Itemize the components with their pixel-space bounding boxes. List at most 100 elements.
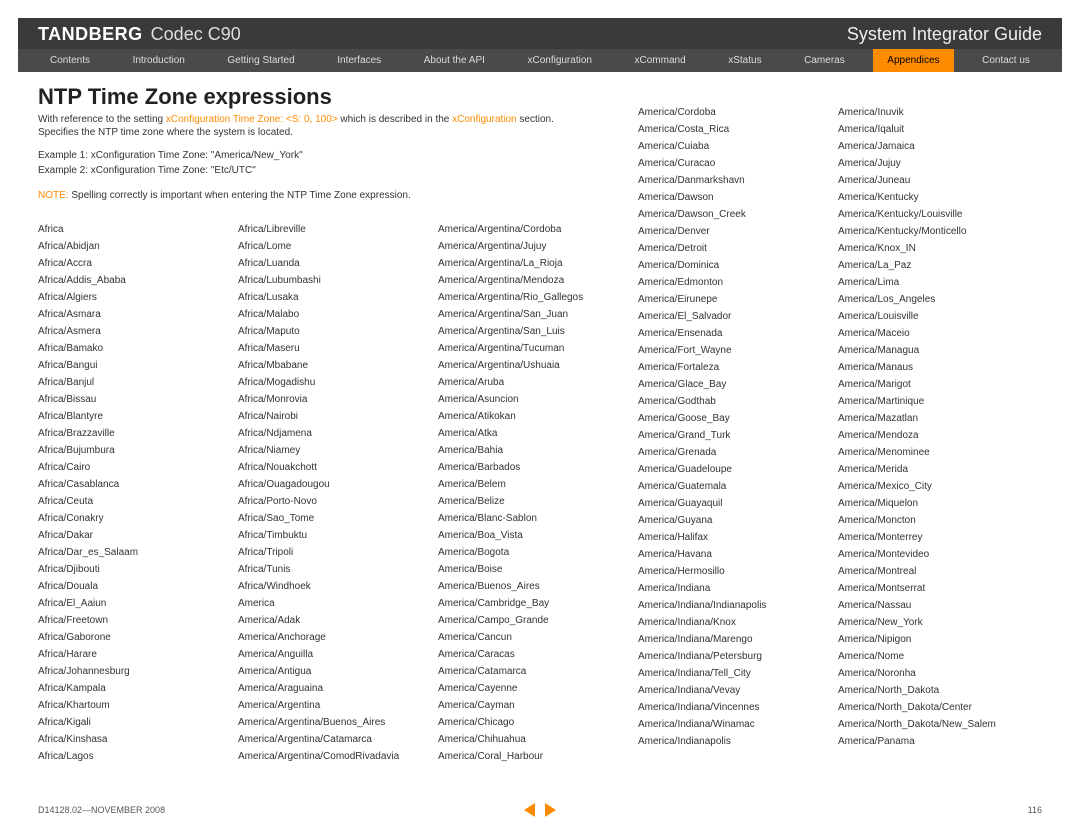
nav-item-xcommand[interactable]: xCommand	[621, 49, 700, 72]
tz-item: America/Juneau	[838, 172, 1032, 189]
tz-item: America/Argentina/San_Juan	[438, 306, 632, 323]
tz-item: America/Nipigon	[838, 631, 1032, 648]
tz-item: America/Belize	[438, 493, 632, 510]
nav-item-interfaces[interactable]: Interfaces	[323, 49, 395, 72]
tz-item: America/Inuvik	[838, 104, 1032, 121]
tz-item: Africa/Johannesburg	[38, 663, 232, 680]
tz-item: Africa/Khartoum	[38, 697, 232, 714]
tz-item: Africa/Tripoli	[238, 544, 432, 561]
tz-item: Africa/Kampala	[38, 680, 232, 697]
intro-link-2[interactable]: xConfiguration	[452, 114, 516, 125]
tz-item: Africa/El_Aaiun	[38, 595, 232, 612]
tz-item: America/Mendoza	[838, 427, 1032, 444]
tz-item: America/Bogota	[438, 544, 632, 561]
prev-page-icon[interactable]	[524, 803, 535, 817]
tz-item: America/Guyana	[638, 512, 832, 529]
tz-item: Africa	[38, 221, 232, 238]
tz-item: America/Monterrey	[838, 529, 1032, 546]
tz-item: America/Indiana	[638, 580, 832, 597]
tz-item: America/Argentina/Catamarca	[238, 731, 432, 748]
tz-item: America/Dawson	[638, 189, 832, 206]
next-page-icon[interactable]	[545, 803, 556, 817]
tz-col-4: America/CordobaAmerica/Costa_RicaAmerica…	[638, 104, 838, 765]
tz-item: America/El_Salvador	[638, 308, 832, 325]
footer-page: 116	[1028, 805, 1042, 815]
tz-item: America/Montserrat	[838, 580, 1032, 597]
tz-item: America/Merida	[838, 461, 1032, 478]
nav-item-getting-started[interactable]: Getting Started	[213, 49, 308, 72]
tz-item: America/Miquelon	[838, 495, 1032, 512]
nav-bar: Contents Introduction Getting Started Inter…	[18, 49, 1062, 72]
tz-item: Africa/Ndjamena	[238, 425, 432, 442]
tz-item: America/Indianapolis	[638, 733, 832, 750]
tz-item: America/Manaus	[838, 359, 1032, 376]
tz-item: America/Chicago	[438, 714, 632, 731]
intro-link-1[interactable]: xConfiguration Time Zone: <S: 0, 100>	[166, 114, 338, 125]
nav-item-contents[interactable]: Contents	[36, 49, 104, 72]
tz-item: America/Indiana/Winamac	[638, 716, 832, 733]
tz-item: America/Ensenada	[638, 325, 832, 342]
tz-item: Africa/Lubumbashi	[238, 272, 432, 289]
tz-item: America/Caracas	[438, 646, 632, 663]
note-label: NOTE:	[38, 190, 69, 201]
tz-item: America/Campo_Grande	[438, 612, 632, 629]
tz-item: America/Argentina/Buenos_Aires	[238, 714, 432, 731]
tz-item: America/Lima	[838, 274, 1032, 291]
tz-item: America/Asuncion	[438, 391, 632, 408]
tz-item: America	[238, 595, 432, 612]
tz-item: America/Atikokan	[438, 408, 632, 425]
tz-item: America/Costa_Rica	[638, 121, 832, 138]
tz-item: Africa/Ouagadougou	[238, 476, 432, 493]
tz-item: Africa/Gaborone	[38, 629, 232, 646]
intro-pre: With reference to the setting	[38, 114, 166, 125]
tz-item: America/Montreal	[838, 563, 1032, 580]
tz-item: America/Halifax	[638, 529, 832, 546]
nav-item-cameras[interactable]: Cameras	[790, 49, 859, 72]
tz-item: Africa/Niamey	[238, 442, 432, 459]
tz-item: Africa/Mbabane	[238, 357, 432, 374]
nav-item-introduction[interactable]: Introduction	[119, 49, 199, 72]
tz-item: America/Indiana/Vevay	[638, 682, 832, 699]
tz-item: Africa/Mogadishu	[238, 374, 432, 391]
tz-item: Africa/Monrovia	[238, 391, 432, 408]
tz-item: America/Mazatlan	[838, 410, 1032, 427]
tz-item: America/Danmarkshavn	[638, 172, 832, 189]
tz-item: America/Guadeloupe	[638, 461, 832, 478]
tz-item: America/Belem	[438, 476, 632, 493]
footer: D14128.02—NOVEMBER 2008 116	[38, 805, 1042, 815]
tz-item: America/Indiana/Petersburg	[638, 648, 832, 665]
tz-item: Africa/Dakar	[38, 527, 232, 544]
tz-item: America/Anguilla	[238, 646, 432, 663]
tz-item: Africa/Bissau	[38, 391, 232, 408]
tz-item: America/Catamarca	[438, 663, 632, 680]
tz-col-2: Africa/LibrevilleAfrica/LomeAfrica/Luand…	[238, 221, 438, 765]
tz-item: America/Atka	[438, 425, 632, 442]
tz-item: America/Indiana/Knox	[638, 614, 832, 631]
nav-item-appendices[interactable]: Appendices	[873, 49, 953, 72]
tz-item: America/Kentucky	[838, 189, 1032, 206]
nav-item-xconfiguration[interactable]: xConfiguration	[513, 49, 605, 72]
tz-item: Africa/Harare	[38, 646, 232, 663]
tz-item: Africa/Timbuktu	[238, 527, 432, 544]
tz-item: America/Indiana/Vincennes	[638, 699, 832, 716]
tz-item: America/New_York	[838, 614, 1032, 631]
tz-item: Africa/Brazzaville	[38, 425, 232, 442]
nav-item-about-the-api[interactable]: About the API	[410, 49, 499, 72]
tz-item: America/Cancun	[438, 629, 632, 646]
tz-item: Africa/Porto-Novo	[238, 493, 432, 510]
nav-item-xstatus[interactable]: xStatus	[714, 49, 775, 72]
tz-item: America/Argentina/Rio_Gallegos	[438, 289, 632, 306]
tz-item: America/Guatemala	[638, 478, 832, 495]
tz-item: Africa/Abidjan	[38, 238, 232, 255]
tz-item: America/Chihuahua	[438, 731, 632, 748]
tz-item: Africa/Lagos	[38, 748, 232, 765]
tz-item: America/Martinique	[838, 393, 1032, 410]
tz-item: America/Cuiaba	[638, 138, 832, 155]
tz-item: America/Kentucky/Louisville	[838, 206, 1032, 223]
tz-item: Africa/Dar_es_Salaam	[38, 544, 232, 561]
tz-item: America/Eirunepe	[638, 291, 832, 308]
tz-item: America/Goose_Bay	[638, 410, 832, 427]
tz-item: Africa/Ceuta	[38, 493, 232, 510]
nav-item-contact-us[interactable]: Contact us	[968, 49, 1044, 72]
tz-item: Africa/Nouakchott	[238, 459, 432, 476]
